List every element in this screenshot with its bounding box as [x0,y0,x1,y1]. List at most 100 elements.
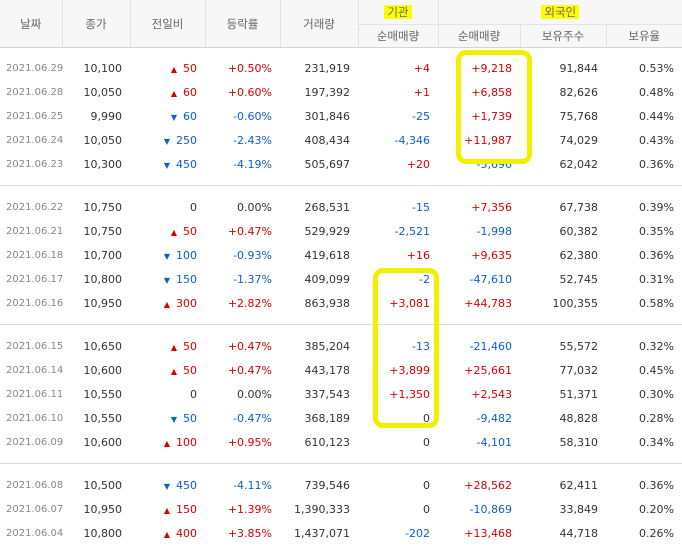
cell-volume: 337,543 [304,387,351,401]
cell-inst-net: +20 [406,157,430,171]
cell-change: ▲ 50 [170,363,197,377]
cell-volume: 529,929 [304,224,351,238]
cell-volume: 505,697 [304,157,351,171]
cell-close: 10,550 [83,411,123,425]
cell-foreign-holdings: 62,411 [559,478,599,492]
cell-rate: 0.00% [237,387,272,401]
col-rate: 등락률 [205,0,281,47]
cell-foreign-holdings: 33,849 [559,502,599,516]
cell-close: 10,650 [83,339,123,353]
table-row: 2021.06.28 10,050 ▲ 60 +0.60% 197,392 +1 +6,858… [0,80,682,104]
down-triangle-icon: ▼ [163,160,170,170]
cell-date: 2021.06.23 [6,158,64,170]
cell-foreign-ratio: 0.30% [639,387,674,401]
up-triangle-icon: ▲ [170,342,177,352]
cell-foreign-holdings: 58,310 [559,435,599,449]
cell-close: 10,600 [83,435,123,449]
table-row: 2021.06.07 10,950 ▲ 150 +1.39% 1,390,333 0 -10,… [0,497,682,521]
cell-rate: +3.85% [227,526,272,540]
cell-foreign-net: +28,562 [464,478,512,492]
cell-date: 2021.06.18 [6,249,64,261]
cell-close: 10,950 [83,502,123,516]
cell-date: 2021.06.28 [6,86,64,98]
cell-date: 2021.06.04 [6,527,64,539]
cell-foreign-net: -9,482 [476,411,512,425]
cell-inst-net: +4 [413,61,430,75]
up-triangle-icon: ▲ [163,505,170,515]
cell-inst-net: +3,899 [389,363,430,377]
cell-volume: 408,434 [304,133,351,147]
cell-inst-net: 0 [423,435,430,449]
cell-volume: 610,123 [304,435,351,449]
cell-inst-net: -15 [412,200,430,214]
cell-inst-net: +16 [406,248,430,262]
cell-change: ▲ 60 [170,85,197,99]
cell-rate: -4.19% [233,157,272,171]
cell-foreign-net: -47,610 [469,272,512,286]
cell-rate: -4.11% [233,478,272,492]
table-row: 2021.06.23 10,300 ▼ 450 -4.19% 505,697 +20 -5,6… [0,152,682,176]
cell-change: 0 [190,200,197,214]
group-spacer [0,186,682,195]
cell-rate: +0.95% [227,435,272,449]
group-spacer [0,464,682,473]
cell-foreign-ratio: 0.31% [639,272,674,286]
up-triangle-icon: ▲ [163,299,170,309]
cell-close: 10,600 [83,363,123,377]
table-row: 2021.06.10 10,550 ▼ 50 -0.47% 368,189 0 -9,482 4… [0,406,682,430]
cell-foreign-net: -10,869 [469,502,512,516]
cell-date: 2021.06.24 [6,134,64,146]
cell-close: 10,750 [83,224,123,238]
cell-date: 2021.06.14 [6,364,64,376]
table-row: 2021.06.21 10,750 ▲ 50 +0.47% 529,929 -2,521 -1… [0,219,682,243]
cell-foreign-ratio: 0.43% [639,133,674,147]
cell-inst-net: +3,081 [389,296,430,310]
cell-volume: 385,204 [304,339,351,353]
cell-rate: +0.50% [227,61,272,75]
cell-foreign-ratio: 0.36% [639,478,674,492]
col-foreign-net: 순매매량 [438,24,521,47]
up-triangle-icon: ▲ [170,64,177,74]
cell-foreign-net: +11,987 [464,133,512,147]
cell-foreign-net: -4,101 [476,435,512,449]
cell-rate: -0.60% [233,109,272,123]
cell-foreign-holdings: 74,029 [559,133,599,147]
col-date: 날짜 [0,0,63,47]
cell-date: 2021.06.29 [6,62,64,74]
cell-foreign-holdings: 67,738 [559,200,599,214]
table-row: 2021.06.14 10,600 ▲ 50 +0.47% 443,178 +3,899 +2… [0,358,682,382]
cell-inst-net: -25 [412,109,430,123]
cell-foreign-holdings: 55,572 [559,339,599,353]
cell-date: 2021.06.15 [6,340,64,352]
cell-inst-net: -13 [412,339,430,353]
table-row: 2021.06.29 10,100 ▲ 50 +0.50% 231,919 +4 +9,218… [0,56,682,80]
cell-foreign-holdings: 62,042 [559,157,599,171]
cell-rate: -1.37% [233,272,272,286]
cell-close: 10,800 [83,272,123,286]
cell-inst-net: -4,346 [394,133,430,147]
down-triangle-icon: ▼ [163,275,170,285]
cell-foreign-ratio: 0.58% [639,296,674,310]
cell-volume: 419,618 [304,248,351,262]
cell-inst-net: -2 [419,272,430,286]
group-spacer [0,176,682,186]
cell-close: 10,550 [83,387,123,401]
cell-change: ▲ 50 [170,339,197,353]
group-spacer [0,325,682,334]
table-row: 2021.06.22 10,750 0 0.00% 268,531 -15 +7,356 67… [0,195,682,219]
cell-volume: 368,189 [304,411,351,425]
cell-foreign-ratio: 0.34% [639,435,674,449]
cell-inst-net: 0 [423,502,430,516]
cell-foreign-net: +9,635 [471,248,512,262]
up-triangle-icon: ▲ [170,88,177,98]
down-triangle-icon: ▼ [163,136,170,146]
table-row: 2021.06.18 10,700 ▼ 100 -0.93% 419,618 +16 +9,6… [0,243,682,267]
cell-foreign-ratio: 0.32% [639,339,674,353]
cell-date: 2021.06.16 [6,297,64,309]
cell-volume: 739,546 [304,478,351,492]
cell-inst-net: +1 [413,85,430,99]
cell-inst-net: -202 [405,526,430,540]
cell-volume: 197,392 [304,85,351,99]
up-triangle-icon: ▲ [163,529,170,539]
group-spacer [0,454,682,464]
